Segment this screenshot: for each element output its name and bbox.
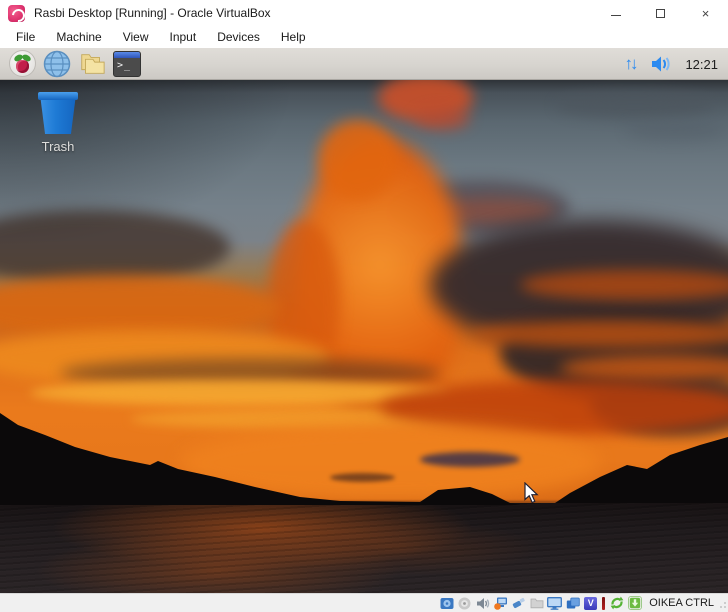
trash-desktop-icon[interactable]: Trash <box>27 92 89 154</box>
maximize-button[interactable] <box>638 0 683 26</box>
keyboard-state-icon[interactable] <box>627 596 642 610</box>
recording-icon[interactable] <box>565 596 580 610</box>
optical-drives-icon[interactable] <box>457 596 472 610</box>
close-button[interactable]: × <box>683 0 728 26</box>
mouse-integration-icon[interactable] <box>609 596 624 610</box>
virtualbox-window: Rasbi Desktop [Running] - Oracle Virtual… <box>0 0 728 612</box>
web-browser-button[interactable] <box>43 50 71 78</box>
network-traffic-icon[interactable]: ↑↓ <box>624 54 639 74</box>
globe-icon <box>43 50 71 77</box>
activity-indicator <box>602 596 606 610</box>
file-manager-button[interactable] <box>78 50 106 78</box>
window-controls: × <box>593 0 728 26</box>
volume-icon[interactable] <box>651 55 673 73</box>
audio-icon[interactable] <box>475 596 490 610</box>
menu-help[interactable]: Help <box>273 27 314 47</box>
window-title: Rasbi Desktop [Running] - Oracle Virtual… <box>34 6 271 20</box>
raspberry-menu-button[interactable] <box>8 50 36 78</box>
trash-label: Trash <box>41 139 75 154</box>
menu-input[interactable]: Input <box>162 27 205 47</box>
network-icon[interactable] <box>493 596 508 610</box>
menu-view[interactable]: View <box>115 27 157 47</box>
mouse-cursor <box>524 482 539 504</box>
menubar: File Machine View Input Devices Help <box>0 26 728 48</box>
menu-machine[interactable]: Machine <box>48 27 109 47</box>
raspberry-icon <box>8 50 36 77</box>
features-chip-icon[interactable]: V <box>583 596 598 610</box>
usb-icon[interactable] <box>511 596 526 610</box>
virtualbox-icon <box>8 4 25 22</box>
wallpaper-sky <box>0 80 728 503</box>
close-icon: × <box>701 5 710 21</box>
taskbar-tray: ↑↓ 12:21 <box>624 48 718 80</box>
minimize-icon <box>610 14 621 16</box>
trash-icon <box>38 92 78 136</box>
menu-devices[interactable]: Devices <box>209 27 268 47</box>
maximize-icon <box>656 8 665 18</box>
resize-grip[interactable] <box>718 602 726 610</box>
statusbar: V OIKEA CTRL <box>0 593 728 612</box>
menu-file[interactable]: File <box>8 27 43 47</box>
clock[interactable]: 12:21 <box>685 57 718 72</box>
wallpaper-sea <box>0 503 728 593</box>
terminal-button[interactable]: >_ <box>113 50 141 78</box>
terminal-icon: >_ <box>113 50 141 77</box>
guest-taskbar: >_ ↑↓ 12:21 <box>0 48 728 80</box>
desktop-wallpaper: Trash <box>0 80 728 593</box>
folders-icon <box>81 53 105 74</box>
minimize-button[interactable] <box>593 0 638 26</box>
display-icon[interactable] <box>547 596 563 610</box>
titlebar[interactable]: Rasbi Desktop [Running] - Oracle Virtual… <box>0 0 728 26</box>
shared-folders-icon[interactable] <box>529 596 544 610</box>
hard-disks-icon[interactable] <box>439 596 454 610</box>
host-key-label: OIKEA CTRL <box>649 597 714 609</box>
